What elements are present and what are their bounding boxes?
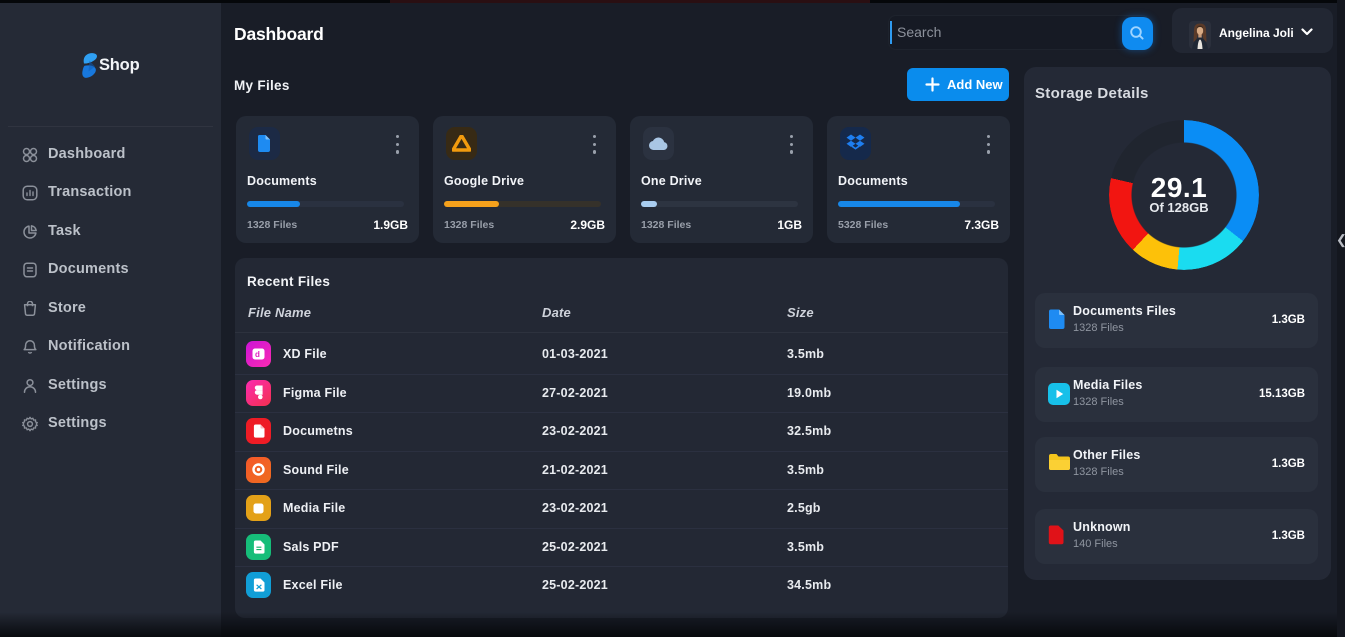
svg-text:d: d bbox=[255, 350, 260, 359]
